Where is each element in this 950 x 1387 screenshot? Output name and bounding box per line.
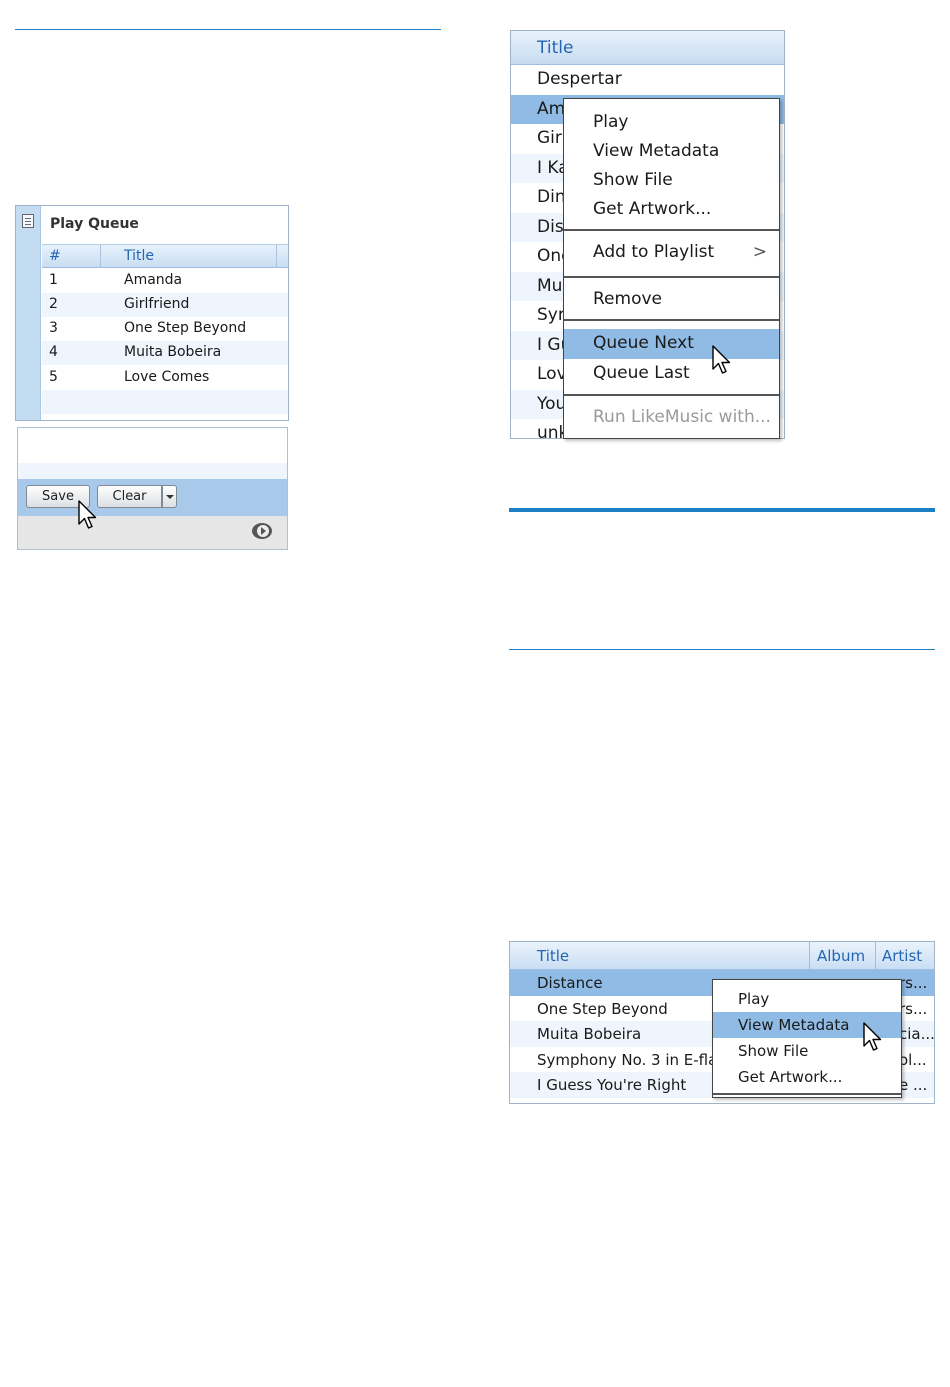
menu-item-view-metadata[interactable]: View Metadata: [564, 137, 779, 167]
menu-divider: [713, 1093, 901, 1095]
submenu-arrow-icon: >: [752, 242, 767, 262]
list-item[interactable]: Despertar: [511, 65, 784, 95]
row-title: Muita Bobeira: [537, 1025, 642, 1043]
menu-item-run-likemusic[interactable]: Run LikeMusic with...: [564, 403, 779, 433]
clear-dropdown-button[interactable]: [162, 485, 177, 508]
mouse-cursor-icon: [712, 345, 731, 374]
row-number: 3: [49, 320, 58, 336]
row-number: 5: [49, 369, 58, 385]
row-artist: ol...: [899, 1050, 927, 1069]
row-title: Distance: [537, 974, 603, 992]
clear-button[interactable]: Clear: [97, 485, 162, 508]
section-rule-right-thick: [509, 508, 935, 512]
column-header-title[interactable]: Title: [537, 38, 573, 58]
play-queue-header: # Title: [42, 244, 288, 268]
table-row[interactable]: 3 One Step Beyond: [42, 317, 288, 341]
queue-status-bar: [18, 516, 287, 549]
menu-item-queue-next[interactable]: Queue Next: [564, 329, 779, 359]
column-header-title[interactable]: Title: [537, 947, 569, 965]
menu-divider: [564, 394, 779, 396]
empty-row: [42, 390, 288, 414]
table-row[interactable]: 5 Love Comes: [42, 366, 288, 390]
row-artist: rs...: [899, 974, 928, 992]
menu-divider: [564, 229, 779, 231]
row-title: Amanda: [124, 272, 183, 288]
menu-divider: [564, 319, 779, 321]
row-title: Girlfriend: [124, 296, 190, 312]
row-number: 4: [49, 344, 58, 360]
table-row[interactable]: 1 Amanda: [42, 269, 288, 293]
column-header-number[interactable]: #: [49, 248, 61, 264]
menu-item-play[interactable]: Play: [564, 108, 779, 138]
table-row[interactable]: 4 Muita Bobeira: [42, 341, 288, 365]
queue-toolbar: Save Clear: [18, 479, 287, 516]
row-artist: cia...: [899, 1025, 935, 1043]
column-separator: [100, 245, 101, 267]
app-logo-icon: [252, 523, 272, 539]
row-number: 1: [49, 272, 58, 288]
play-queue-panel: Play Queue # Title 1 Amanda 2 Girlfriend…: [15, 205, 289, 421]
play-queue-title: Play Queue: [50, 216, 139, 232]
column-header-title[interactable]: Title: [124, 248, 154, 264]
column-separator: [276, 245, 277, 267]
section-rule-right-thin: [509, 649, 935, 650]
row-artist: e ...: [899, 1076, 928, 1094]
menu-item-play[interactable]: Play: [713, 986, 901, 1012]
menu-item-show-file[interactable]: Show File: [564, 166, 779, 196]
row-number: 2: [49, 296, 58, 312]
row-title: I Guess You're Right: [537, 1076, 687, 1094]
column-header-artist[interactable]: Artist: [882, 947, 922, 965]
column-separator: [809, 942, 810, 970]
row-artist: rs...: [899, 999, 928, 1018]
empty-row: [18, 463, 287, 480]
row-title: Symphony No. 3 in E-flat (: [537, 1050, 734, 1069]
queue-toolbar-panel: Save Clear: [17, 427, 288, 550]
row-title: One Step Beyond: [124, 320, 247, 336]
play-queue-sidebar-strip: [16, 206, 41, 420]
menu-item-remove[interactable]: Remove: [564, 285, 779, 315]
row-title: Muita Bobeira: [124, 344, 222, 360]
mouse-cursor-icon: [78, 500, 97, 529]
column-separator: [875, 942, 876, 970]
column-header-album[interactable]: Album: [817, 947, 865, 965]
mouse-cursor-icon: [863, 1022, 882, 1051]
row-title: Love Comes: [124, 369, 210, 385]
menu-item-get-artwork[interactable]: Get Artwork...: [713, 1064, 901, 1090]
menu-item-add-to-playlist[interactable]: Add to Playlist >: [564, 238, 779, 268]
menu-divider: [564, 276, 779, 278]
document-icon: [22, 214, 34, 228]
section-rule-left-top: [15, 29, 441, 30]
track-list-header: Title: [511, 31, 784, 65]
context-menu: Play View Metadata Show File Get Artwork…: [563, 98, 780, 439]
row-title: One Step Beyond: [537, 999, 668, 1018]
metadata-list-header: Title Album Artist: [510, 942, 934, 970]
menu-item-queue-last[interactable]: Queue Last: [564, 359, 779, 389]
table-row[interactable]: 2 Girlfriend: [42, 293, 288, 317]
menu-item-get-artwork[interactable]: Get Artwork...: [564, 195, 779, 225]
